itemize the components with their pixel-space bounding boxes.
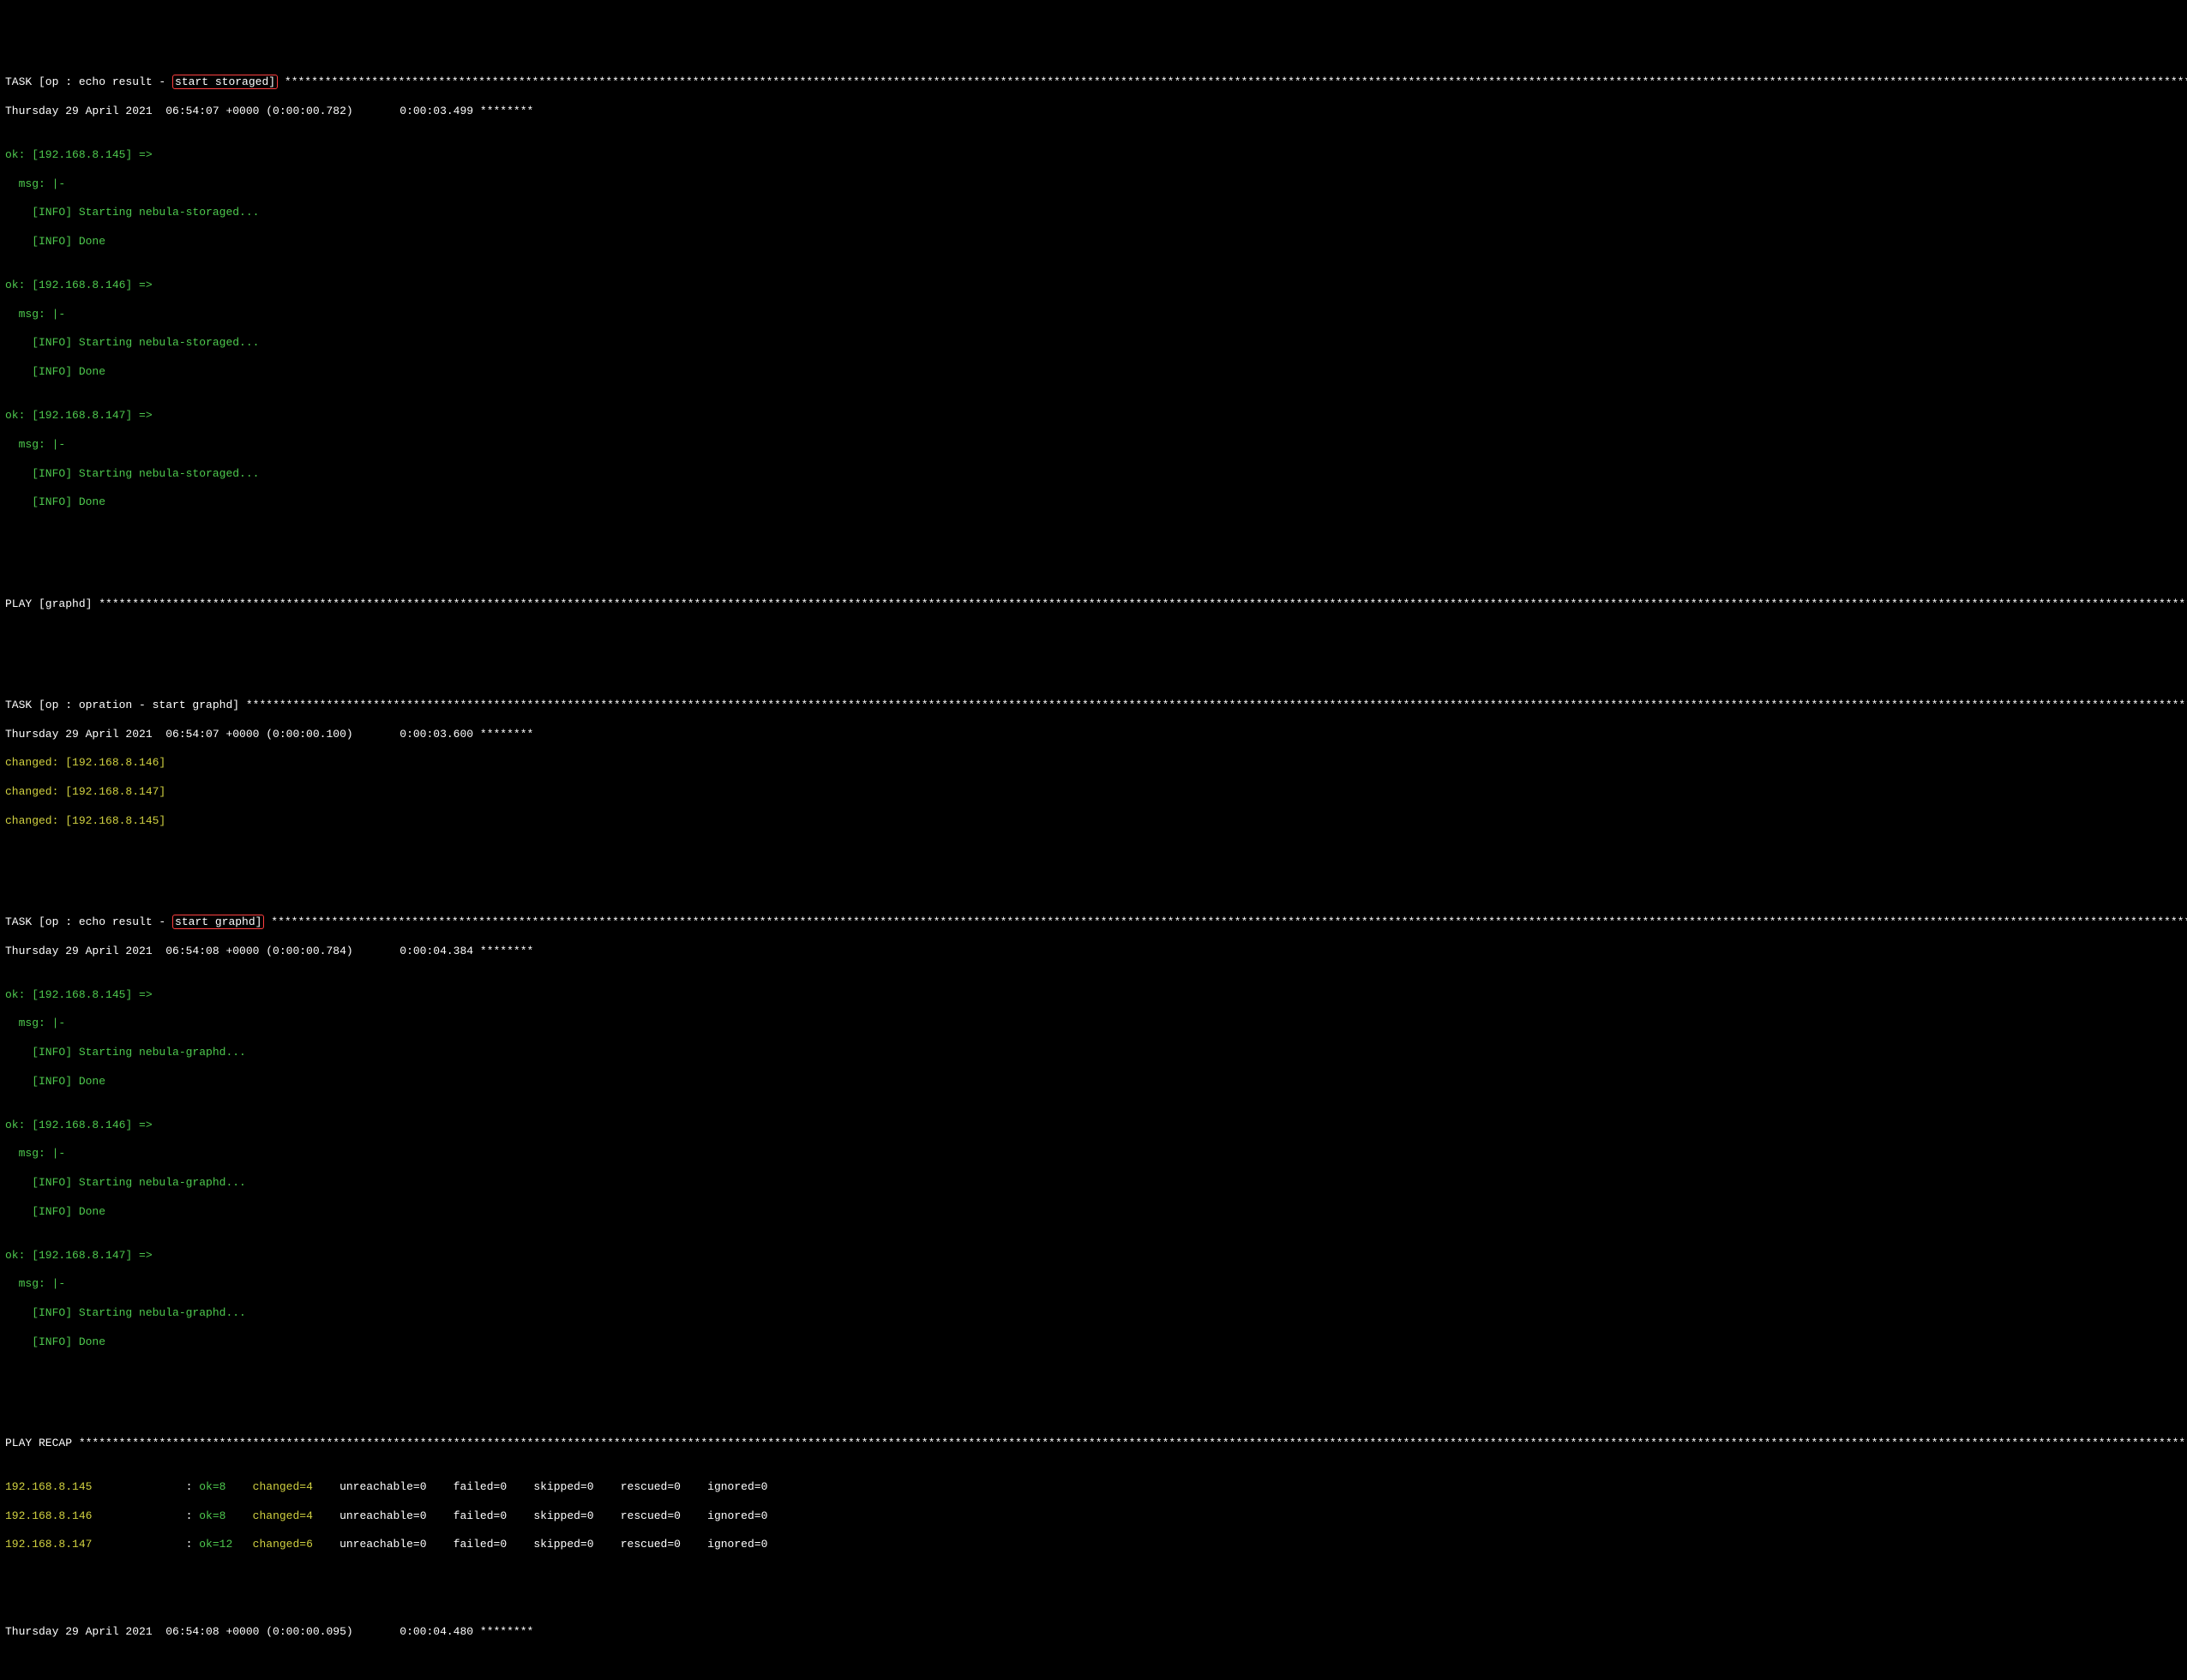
- task-header-echo-storaged: TASK [op : echo result - start storaged]…: [5, 75, 2182, 90]
- recap-row-147: 192.168.8.147 : ok=12 changed=6 unreacha…: [5, 1538, 2182, 1552]
- task-header-echo-graphd: TASK [op : echo result - start graphd] *…: [5, 915, 2182, 930]
- info-done: [INFO] Done: [5, 235, 2182, 249]
- blank-line: [5, 1379, 2182, 1394]
- recap-changed: changed=6: [246, 1538, 333, 1551]
- timestamp: Thursday 29 April 2021 06:54:08 +0000 (0…: [5, 945, 480, 957]
- highlight-start-graphd: start graphd]: [172, 915, 264, 929]
- recap-rest: unreachable=0 failed=0 skipped=0 rescued…: [333, 1480, 767, 1493]
- ok-host-145: ok: [192.168.8.145] =>: [5, 148, 2182, 163]
- asterisks: ****************************************…: [271, 915, 2187, 928]
- recap-host: 192.168.8.147: [5, 1538, 179, 1551]
- blank-line: [5, 640, 2182, 655]
- recap-prefix: PLAY RECAP: [5, 1437, 79, 1449]
- info-line: [INFO] Starting nebula-storaged...: [5, 467, 2182, 482]
- task-prefix: TASK [op : echo result -: [5, 915, 172, 928]
- timestamp-line: Thursday 29 April 2021 06:54:07 +0000 (0…: [5, 105, 2182, 119]
- recap-host: 192.168.8.146: [5, 1509, 179, 1522]
- info-line: [INFO] Starting nebula-storaged...: [5, 336, 2182, 351]
- play-recap-header: PLAY RECAP *****************************…: [5, 1437, 2182, 1451]
- msg-label: msg: |-: [5, 177, 2182, 192]
- info-done: [INFO] Done: [5, 495, 2182, 510]
- recap-host: 192.168.8.145: [5, 1480, 179, 1493]
- blank-line: [5, 1581, 2182, 1596]
- timestamp: Thursday 29 April 2021 06:54:07 +0000 (0…: [5, 728, 480, 741]
- task-suffix: [264, 915, 271, 928]
- blank-line: [5, 539, 2182, 554]
- recap-colon: :: [179, 1480, 199, 1493]
- play-prefix: PLAY [graphd]: [5, 597, 99, 610]
- info-line: [INFO] Starting nebula-graphd...: [5, 1176, 2182, 1191]
- msg-label: msg: |-: [5, 1147, 2182, 1161]
- info-done: [INFO] Done: [5, 1335, 2182, 1350]
- msg-label: msg: |-: [5, 308, 2182, 322]
- recap-colon: :: [179, 1509, 199, 1522]
- ok-host-147: ok: [192.168.8.147] =>: [5, 1249, 2182, 1263]
- info-done: [INFO] Done: [5, 1205, 2182, 1220]
- info-done: [INFO] Done: [5, 365, 2182, 380]
- recap-row-146: 192.168.8.146 : ok=8 changed=4 unreachab…: [5, 1509, 2182, 1524]
- info-line: [INFO] Starting nebula-storaged...: [5, 206, 2182, 220]
- recap-ok: ok=12: [199, 1538, 246, 1551]
- highlight-start-storaged: start storaged]: [172, 75, 278, 89]
- blank-line: [5, 858, 2182, 873]
- info-line: [INFO] Starting nebula-graphd...: [5, 1306, 2182, 1321]
- asterisks: ****************************************…: [79, 1437, 2187, 1449]
- info-line: [INFO] Starting nebula-graphd...: [5, 1046, 2182, 1060]
- recap-row-145: 192.168.8.145 : ok=8 changed=4 unreachab…: [5, 1480, 2182, 1495]
- recap-rest: unreachable=0 failed=0 skipped=0 rescued…: [333, 1509, 767, 1522]
- ok-host-145: ok: [192.168.8.145] =>: [5, 988, 2182, 1003]
- ok-host-146: ok: [192.168.8.146] =>: [5, 279, 2182, 293]
- changed-145: changed: [192.168.8.145]: [5, 814, 2182, 829]
- asterisks: ****************************************…: [285, 75, 2187, 88]
- timestamp-line: Thursday 29 April 2021 06:54:07 +0000 (0…: [5, 728, 2182, 742]
- ok-host-147: ok: [192.168.8.147] =>: [5, 409, 2182, 423]
- msg-label: msg: |-: [5, 438, 2182, 453]
- asterisks-short: ********: [480, 728, 533, 741]
- play-header-graphd: PLAY [graphd] **************************…: [5, 597, 2182, 612]
- timestamp-line: Thursday 29 April 2021 06:54:08 +0000 (0…: [5, 945, 2182, 959]
- timestamp: Thursday 29 April 2021 06:54:08 +0000 (0…: [5, 1625, 480, 1638]
- timestamp: Thursday 29 April 2021 06:54:07 +0000 (0…: [5, 105, 480, 117]
- asterisks-short: ********: [480, 1625, 533, 1638]
- ok-host-146: ok: [192.168.8.146] =>: [5, 1119, 2182, 1133]
- msg-label: msg: |-: [5, 1017, 2182, 1031]
- asterisks: ****************************************…: [246, 699, 2187, 711]
- info-done: [INFO] Done: [5, 1075, 2182, 1089]
- asterisks-short: ********: [480, 105, 533, 117]
- recap-rest: unreachable=0 failed=0 skipped=0 rescued…: [333, 1538, 767, 1551]
- asterisks-short: ********: [480, 945, 533, 957]
- task-suffix: [278, 75, 285, 88]
- task-prefix: TASK [op : echo result -: [5, 75, 172, 88]
- task-prefix: TASK [op : opration - start graphd]: [5, 699, 246, 711]
- msg-label: msg: |-: [5, 1277, 2182, 1292]
- footer-timestamp: Thursday 29 April 2021 06:54:08 +0000 (0…: [5, 1625, 2182, 1640]
- changed-147: changed: [192.168.8.147]: [5, 785, 2182, 800]
- recap-changed: changed=4: [246, 1509, 333, 1522]
- recap-colon: :: [179, 1538, 199, 1551]
- recap-changed: changed=4: [246, 1480, 333, 1493]
- recap-ok: ok=8: [199, 1480, 246, 1493]
- changed-146: changed: [192.168.8.146]: [5, 756, 2182, 771]
- task-header-opration-graphd: TASK [op : opration - start graphd] ****…: [5, 699, 2182, 713]
- asterisks: ****************************************…: [99, 597, 2187, 610]
- recap-ok: ok=8: [199, 1509, 246, 1522]
